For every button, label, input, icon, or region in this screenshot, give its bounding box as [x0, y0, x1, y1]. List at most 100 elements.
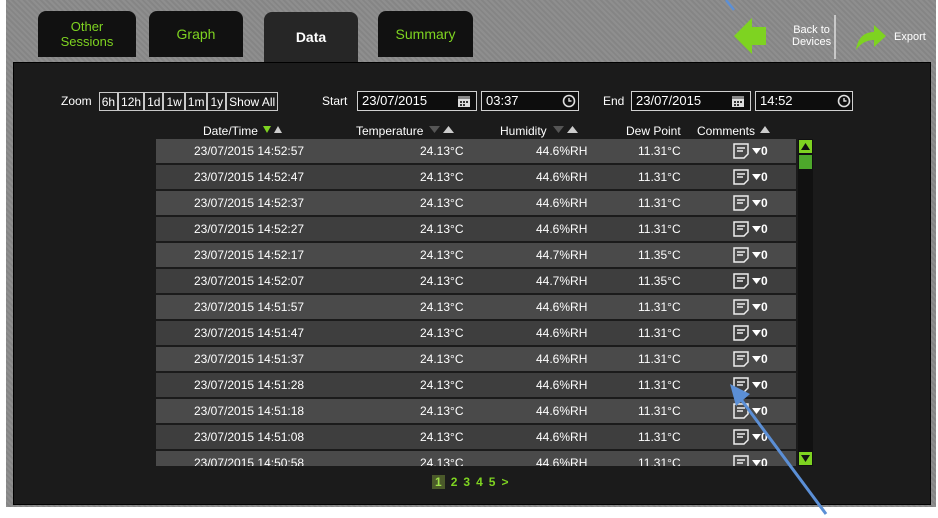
tab-summary[interactable]: Summary	[378, 11, 473, 57]
calendar-icon	[732, 96, 744, 107]
tab-graph[interactable]: Graph	[149, 11, 243, 57]
cell-datetime: 23/07/2015 14:52:27	[194, 222, 305, 236]
zoom-1y-button[interactable]: 1y	[207, 91, 227, 111]
comment-button[interactable]: 0	[732, 246, 768, 264]
dropdown-arrow-icon	[752, 356, 761, 362]
comment-button[interactable]: 0	[732, 324, 768, 342]
table-row[interactable]: 23/07/2015 14:51:28 24.13°C 44.6%RH 11.31°C…	[156, 373, 796, 399]
cell-datetime: 23/07/2015 14:52:57	[194, 144, 305, 158]
table-row[interactable]: 23/07/2015 14:51:37 24.13°C 44.6%RH 11.31°C…	[156, 347, 796, 373]
scroll-thumb[interactable]	[799, 155, 812, 169]
start-calendar-button[interactable]	[455, 92, 473, 110]
cell-humidity: 44.6%RH	[536, 378, 588, 392]
comment-button[interactable]: 0	[732, 402, 768, 420]
export-label: Export	[894, 31, 926, 43]
comment-button[interactable]: 0	[732, 220, 768, 238]
column-header-datetime[interactable]: Date/Time	[203, 124, 284, 138]
scroll-up-button[interactable]	[799, 140, 812, 153]
cell-datetime: 23/07/2015 14:52:17	[194, 248, 305, 262]
cell-datetime: 23/07/2015 14:51:28	[194, 378, 305, 392]
comment-count: 0	[761, 170, 768, 184]
comment-count: 0	[761, 430, 768, 444]
table-row[interactable]: 23/07/2015 14:51:47 24.13°C 44.6%RH 11.31°C…	[156, 321, 796, 347]
table-scrollbar[interactable]	[798, 139, 813, 466]
zoom-1m-button[interactable]: 1m	[184, 91, 208, 111]
cell-temperature: 24.13°C	[420, 326, 464, 340]
page-4-button[interactable]: 4	[476, 475, 483, 489]
table-row[interactable]: 23/07/2015 14:51:57 24.13°C 44.6%RH 11.31°C…	[156, 295, 796, 321]
cell-temperature: 24.13°C	[420, 378, 464, 392]
zoom-1d-button[interactable]: 1d	[144, 91, 164, 111]
scroll-down-button[interactable]	[799, 452, 812, 465]
back-to-devices-button[interactable]: Back to Devices	[732, 15, 831, 57]
dropdown-arrow-icon	[752, 460, 761, 466]
table-row[interactable]: 23/07/2015 14:51:08 24.13°C 44.6%RH 11.31°C…	[156, 425, 796, 451]
next-page-button[interactable]: >	[501, 475, 508, 489]
zoom-6h-button[interactable]: 6h	[98, 91, 119, 111]
sort-icon[interactable]	[427, 124, 457, 138]
cell-humidity: 44.6%RH	[536, 404, 588, 418]
arrow-up-icon	[801, 143, 810, 150]
end-clock-button[interactable]	[835, 92, 853, 110]
export-button[interactable]: Export	[854, 22, 926, 52]
comment-button[interactable]: 0	[732, 168, 768, 186]
table-row[interactable]: 23/07/2015 14:52:37 24.13°C 44.6%RH 11.31°C…	[156, 191, 796, 217]
clock-icon	[562, 94, 576, 108]
cell-humidity: 44.6%RH	[536, 300, 588, 314]
cell-humidity: 44.6%RH	[536, 222, 588, 236]
comment-button[interactable]: 0	[732, 376, 768, 394]
comment-button[interactable]: 0	[732, 272, 768, 290]
table-row[interactable]: 23/07/2015 14:52:47 24.13°C 44.6%RH 11.31°C…	[156, 165, 796, 191]
cell-humidity: 44.7%RH	[536, 248, 588, 262]
sort-icon[interactable]	[551, 124, 581, 138]
table-row[interactable]: 23/07/2015 14:52:27 24.13°C 44.6%RH 11.31°C…	[156, 217, 796, 243]
comment-button[interactable]: 0	[732, 454, 768, 466]
comment-button[interactable]: 0	[732, 142, 768, 160]
page-2-button[interactable]: 2	[451, 475, 458, 489]
start-label: Start	[322, 94, 348, 108]
comment-button[interactable]: 0	[732, 428, 768, 446]
tab-other-sessions-line1: Other	[70, 19, 104, 34]
comment-button[interactable]: 0	[732, 194, 768, 212]
comment-icon	[733, 325, 749, 341]
table-row[interactable]: 23/07/2015 14:52:57 24.13°C 44.6%RH 11.31°C…	[156, 139, 796, 165]
cell-humidity: 44.6%RH	[536, 144, 588, 158]
cell-temperature: 24.13°C	[420, 430, 464, 444]
calendar-icon	[458, 96, 470, 107]
comment-button[interactable]: 0	[732, 298, 768, 316]
page-5-button[interactable]: 5	[489, 475, 496, 489]
zoom-1w-button[interactable]: 1w	[163, 91, 185, 111]
cell-dewpoint: 11.31°C	[638, 326, 681, 340]
sort-desc-active-icon[interactable]	[262, 124, 284, 138]
comment-count: 0	[761, 300, 768, 314]
zoom-12h-button[interactable]: 12h	[118, 91, 145, 111]
header-humidity-label: Humidity	[500, 124, 547, 138]
column-header-dewpoint: Dew Point	[626, 124, 681, 138]
column-header-temperature[interactable]: Temperature	[356, 124, 457, 138]
sort-asc-icon[interactable]	[759, 124, 771, 138]
clock-icon	[837, 94, 851, 108]
dropdown-arrow-icon	[752, 382, 761, 388]
table-row[interactable]: 23/07/2015 14:51:18 24.13°C 44.6%RH 11.31°C…	[156, 399, 796, 425]
page-3-button[interactable]: 3	[463, 475, 470, 489]
toolbar-divider	[834, 15, 836, 59]
comment-count: 0	[761, 222, 768, 236]
cell-humidity: 44.6%RH	[536, 196, 588, 210]
zoom-show-all-button[interactable]: Show All	[226, 91, 279, 111]
cell-dewpoint: 11.31°C	[638, 170, 681, 184]
tab-other-sessions[interactable]: Other Sessions	[38, 11, 136, 57]
table-row[interactable]: 23/07/2015 14:52:17 24.13°C 44.7%RH 11.35°C…	[156, 243, 796, 269]
end-calendar-button[interactable]	[729, 92, 747, 110]
table-row[interactable]: 23/07/2015 14:52:07 24.13°C 44.7%RH 11.35°C…	[156, 269, 796, 295]
column-header-comments[interactable]: Comments	[697, 124, 771, 138]
header-comments-label: Comments	[697, 124, 756, 138]
table-row[interactable]: 23/07/2015 14:50:58 24.13°C 44.6%RH 11.31°C…	[156, 451, 796, 466]
comment-button[interactable]: 0	[732, 350, 768, 368]
cell-dewpoint: 11.31°C	[638, 196, 681, 210]
dropdown-arrow-icon	[752, 330, 761, 336]
column-header-humidity[interactable]: Humidity	[500, 124, 581, 138]
tab-data[interactable]: Data	[264, 12, 358, 62]
dropdown-arrow-icon	[752, 148, 761, 154]
page-1-button[interactable]: 1	[432, 475, 445, 489]
start-clock-button[interactable]	[560, 92, 578, 110]
